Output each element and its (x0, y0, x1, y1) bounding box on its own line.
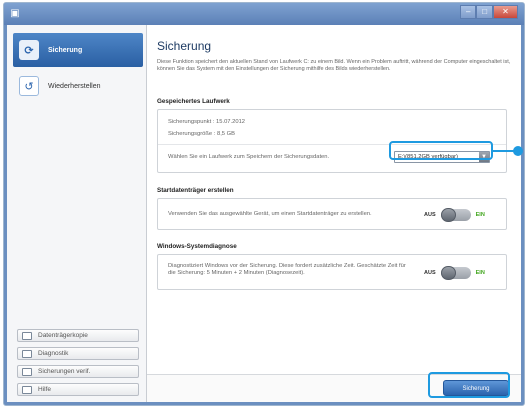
page-title: Sicherung (157, 39, 212, 53)
diagnostics-button[interactable]: Diagnostik (17, 347, 139, 360)
boot-media-text: Verwenden Sie das ausgewählte Gerät, um … (168, 211, 372, 217)
sidebar-item-label: Wiederherstellen (48, 82, 101, 90)
close-button[interactable]: ✕ (492, 5, 518, 19)
minimize-button[interactable]: – (460, 5, 477, 19)
help-icon (22, 385, 32, 394)
window-controls: – □ ✕ (460, 5, 518, 19)
diagnostics-panel: Diagnostiziert Windows vor der Sicherung… (157, 254, 507, 290)
app-window: ▣ – □ ✕ ⟳ Sicherung ↺ Wiederherstellen D… (3, 2, 525, 406)
sidebar-item-label: Sicherung (48, 46, 83, 54)
boot-media-heading: Startdatenträger erstellen (157, 187, 234, 194)
toggle-track[interactable] (440, 266, 471, 280)
restore-icon: ↺ (19, 76, 39, 96)
sidebar: ⟳ Sicherung ↺ Wiederherstellen Datenträg… (7, 25, 147, 402)
saved-drive-heading: Gespeichertes Laufwerk (157, 98, 230, 105)
disk-copy-label: Datenträgerkopie (38, 332, 88, 339)
app-icon: ▣ (10, 8, 20, 19)
toggle-knob[interactable] (440, 266, 456, 280)
diagnostics-heading: Windows-Systemdiagnose (157, 243, 237, 250)
backup-size: Sicherungsgröße : 8,5 GB (168, 131, 236, 137)
callout-line (493, 150, 515, 152)
drive-select-highlight (389, 141, 493, 160)
sidebar-item-restore[interactable]: ↺ Wiederherstellen (13, 69, 143, 103)
disk-copy-icon (22, 331, 32, 340)
maximize-button[interactable]: □ (476, 5, 493, 19)
sidebar-item-backup[interactable]: ⟳ Sicherung (13, 33, 143, 67)
toggle-off-label: AUS (424, 270, 436, 276)
disk-copy-button[interactable]: Datenträgerkopie (17, 329, 139, 342)
verify-icon (22, 367, 32, 376)
help-button[interactable]: Hilfe (17, 383, 139, 396)
diagnostics-icon (22, 349, 32, 358)
backup-button-highlight (428, 372, 510, 398)
diagnostics-text: Diagnostiziert Windows vor der Sicherung… (168, 263, 406, 277)
verify-label: Sicherungen verif. (38, 368, 91, 375)
boot-media-toggle[interactable]: AUS EIN (424, 208, 485, 222)
callout-dot (513, 146, 523, 156)
page-description: Diese Funktion speichert den aktuellen S… (157, 59, 511, 73)
backup-date: Sicherungspunkt : 15.07.2012 (168, 119, 246, 125)
diagnostics-toggle[interactable]: AUS EIN (424, 266, 485, 280)
boot-media-panel: Verwenden Sie das ausgewählte Gerät, um … (157, 198, 507, 230)
verify-backup-button[interactable]: Sicherungen verif. (17, 365, 139, 378)
client-area: ⟳ Sicherung ↺ Wiederherstellen Datenträg… (7, 25, 521, 402)
toggle-on-label: EIN (475, 270, 485, 276)
drive-select-prompt: Wählen Sie ein Laufwerk zum Speichern de… (168, 154, 330, 160)
backup-icon: ⟳ (19, 40, 39, 60)
diagnostics-label: Diagnostik (38, 350, 69, 357)
main-content: Sicherung Diese Funktion speichert den a… (147, 25, 521, 402)
toggle-knob[interactable] (440, 208, 456, 222)
help-label: Hilfe (38, 386, 52, 393)
toggle-off-label: AUS (424, 212, 436, 218)
title-bar: ▣ – □ ✕ (4, 3, 524, 25)
toggle-on-label: EIN (475, 212, 485, 218)
toggle-track[interactable] (440, 208, 471, 222)
